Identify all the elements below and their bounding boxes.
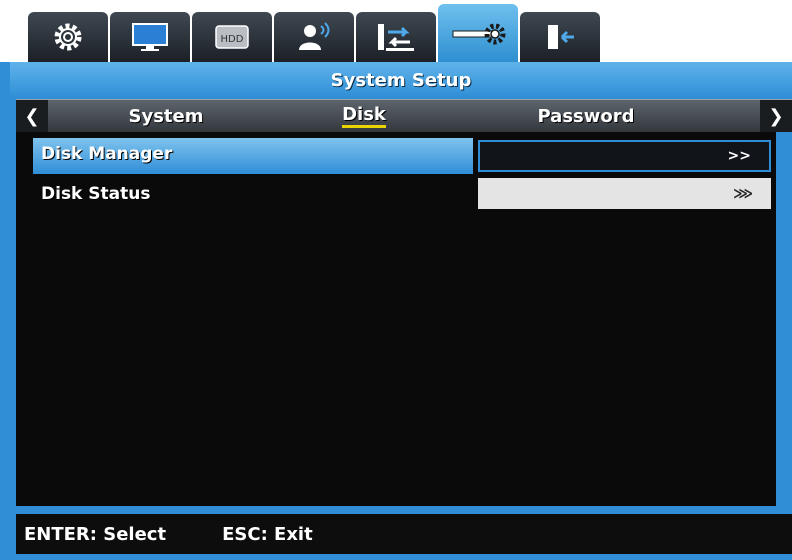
tab-user[interactable] <box>274 12 354 62</box>
menu-row-disk-manager[interactable]: Disk Manager >> <box>33 138 778 174</box>
tab-exit[interactable] <box>520 12 600 62</box>
tab-network[interactable] <box>356 12 436 62</box>
tab-system-setup[interactable] <box>438 4 518 62</box>
key-hint-bar: ENTER: Select ESC: Exit <box>16 514 792 554</box>
tab-system[interactable]: System <box>86 100 246 132</box>
network-transfer-icon <box>378 24 414 51</box>
system-setup-window: System Setup ❮ System Disk Password ❯ Di… <box>0 62 792 560</box>
row-label: Disk Manager <box>41 144 173 164</box>
disk-manager-enter-button[interactable]: >> <box>478 140 771 172</box>
menu-row-disk-status[interactable]: Disk Status ⋙ <box>33 178 778 210</box>
tab-disk[interactable]: Disk <box>284 100 444 132</box>
row-label: Disk Status <box>41 184 151 204</box>
next-tab-button[interactable]: ❯ <box>760 100 792 132</box>
page-title: System Setup <box>10 62 792 98</box>
tab-password[interactable]: Password <box>506 100 666 132</box>
previous-tab-button[interactable]: ❮ <box>16 100 48 132</box>
user-network-icon <box>299 22 330 50</box>
esc-hint: ESC: Exit <box>222 523 313 545</box>
exit-door-icon <box>548 25 574 49</box>
chevron-right-icon: ❯ <box>768 105 784 127</box>
tab-system-label: System <box>128 105 204 127</box>
enter-hint: ENTER: Select <box>24 523 167 545</box>
sub-tab-bar: ❮ System Disk Password ❯ <box>16 99 792 132</box>
chevron-left-icon: ❮ <box>24 105 40 127</box>
menu-tab-bar: HDD <box>0 0 792 62</box>
monitor-icon <box>132 23 168 51</box>
tab-password-label: Password <box>537 105 635 127</box>
system-setup-icon <box>452 23 506 45</box>
disk-menu: Disk Manager >> Disk Status ⋙ <box>16 132 776 506</box>
hdd-icon: HDD <box>215 25 249 49</box>
tab-hdd[interactable]: HDD <box>192 12 272 62</box>
hdd-icon-label: HDD <box>221 34 244 45</box>
gear-icon <box>54 23 82 51</box>
tab-disk-label: Disk <box>342 104 386 128</box>
disk-status-enter-button[interactable]: ⋙ <box>478 178 771 209</box>
tab-settings[interactable] <box>28 12 108 62</box>
tab-display[interactable] <box>110 12 190 62</box>
